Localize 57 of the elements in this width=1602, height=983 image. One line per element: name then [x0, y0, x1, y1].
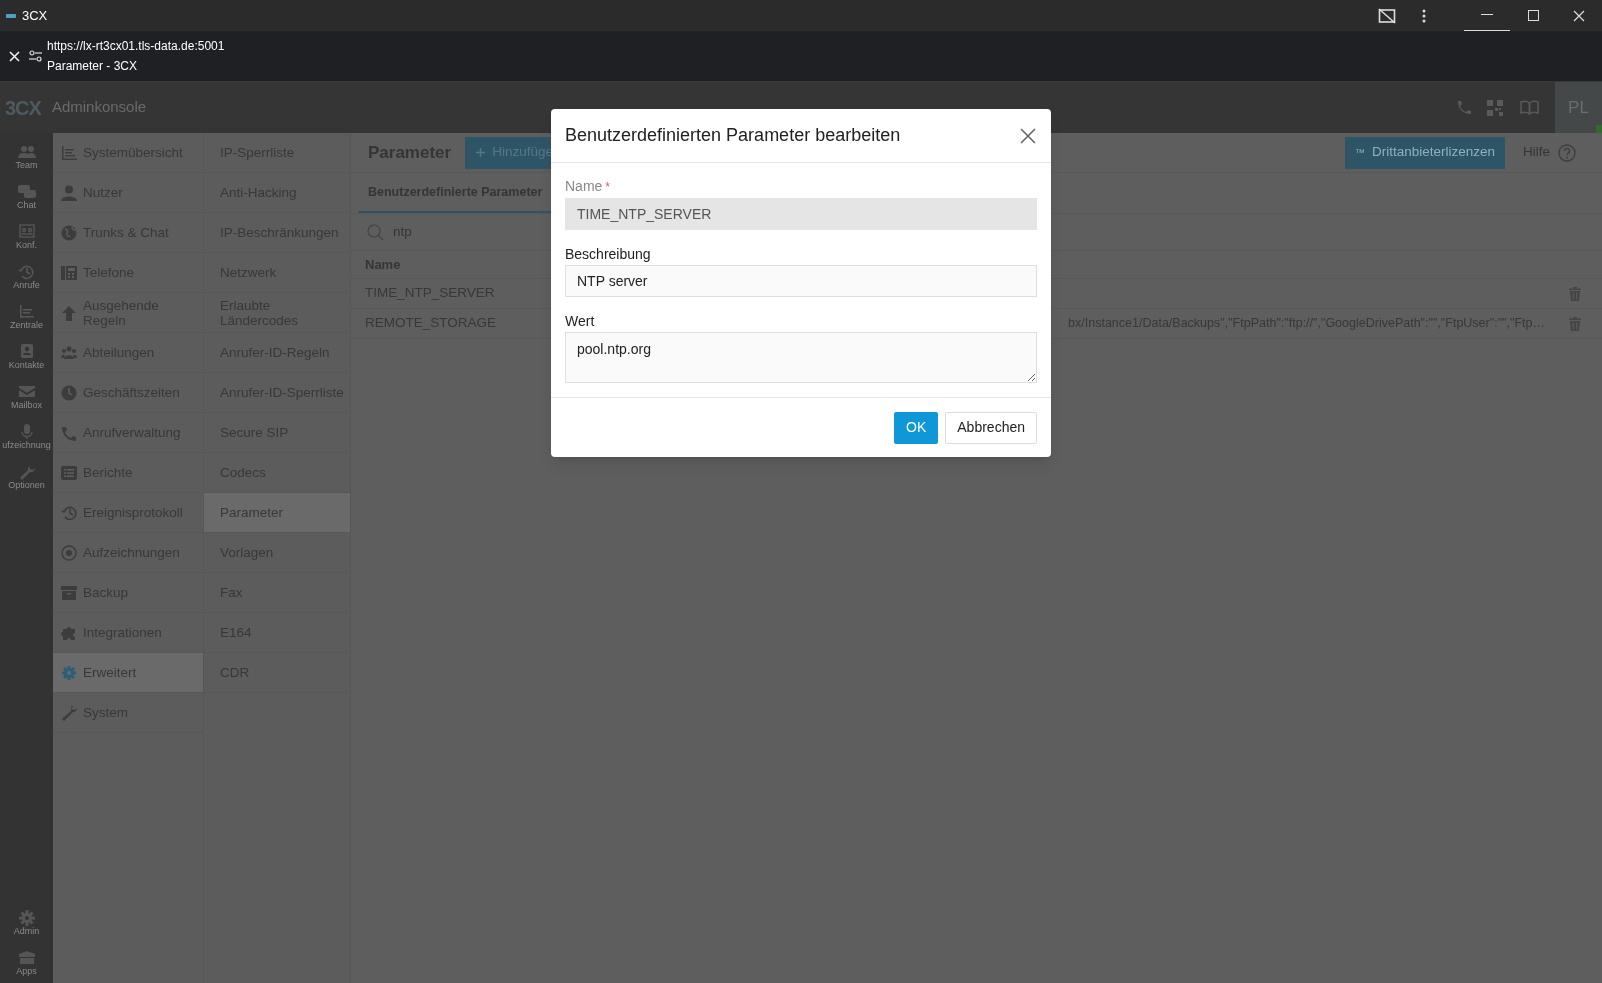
box-icon	[17, 949, 36, 966]
field-label: Wert	[565, 313, 596, 329]
ok-button[interactable]: OK	[894, 411, 939, 444]
people-icon	[17, 143, 36, 160]
person-icon	[61, 184, 77, 201]
licenses-button[interactable]: ™ Drittanbieterlizenzen	[1344, 136, 1505, 169]
app-logo-icon	[6, 12, 16, 19]
gear-icon	[17, 909, 36, 926]
record-icon	[61, 544, 77, 561]
settings-sliders-icon[interactable]	[29, 50, 42, 62]
phone-icon	[61, 424, 77, 441]
rail-item[interactable]: Apps	[0, 943, 53, 983]
minimize-icon	[1481, 14, 1493, 16]
globe-icon	[61, 224, 77, 241]
rail-item[interactable]: Optionen	[0, 457, 53, 497]
desk-phone-icon	[61, 264, 77, 281]
cancel-button[interactable]: Abbrechen	[945, 411, 1037, 444]
field-label: Name *	[565, 178, 612, 195]
rail-item[interactable]: Team	[0, 137, 53, 177]
page-url: https://lx-rt3cx01.tls-data.de:5001	[47, 38, 225, 55]
more-options-icon[interactable]	[1422, 8, 1426, 23]
rail-item[interactable]: Admin	[0, 903, 53, 943]
gear-icon	[61, 664, 77, 681]
history-icon	[61, 504, 77, 521]
list-icon	[61, 464, 77, 481]
rail-item[interactable]: Konf.	[0, 217, 53, 257]
clock-icon	[61, 384, 77, 401]
conference-icon	[17, 223, 36, 240]
page-title: Parameter - 3CX	[47, 58, 139, 75]
up-arrow-icon	[61, 304, 77, 321]
puzzle-piece-icon	[61, 624, 77, 641]
rail-item[interactable]: Zentrale	[0, 297, 53, 337]
field-label: Beschreibung	[565, 246, 652, 262]
help-icon	[1558, 143, 1576, 162]
rail-item[interactable]: Kontakte	[0, 337, 53, 377]
input-field[interactable]: NTP server	[565, 265, 1037, 297]
status-indicator	[1596, 125, 1602, 133]
close-icon	[1573, 9, 1585, 22]
text-area[interactable]: pool.ntp.org	[565, 332, 1037, 383]
bar-chart-icon	[61, 144, 77, 161]
wrench-icon	[61, 704, 77, 721]
chat-bubbles-icon	[17, 183, 36, 200]
archive-box-icon	[61, 584, 77, 601]
search-icon	[367, 223, 384, 241]
rail-item[interactable]: ufzeichnung	[0, 417, 53, 457]
cast-off-icon[interactable]	[1378, 7, 1396, 24]
plus-icon	[476, 148, 486, 157]
dialog-title: Benutzerdefinierten Parameter bearbeiten	[565, 124, 901, 147]
maximize-icon	[1527, 10, 1539, 21]
window-title: 3CX	[22, 6, 48, 25]
rail-item[interactable]: Anrufe	[0, 257, 53, 297]
history-icon	[17, 263, 36, 280]
group-icon	[61, 344, 77, 361]
envelope-icon	[17, 383, 36, 400]
rail-item[interactable]: Chat	[0, 177, 53, 217]
bars-icon	[17, 303, 36, 320]
rail-item[interactable]: Mailbox	[0, 377, 53, 417]
